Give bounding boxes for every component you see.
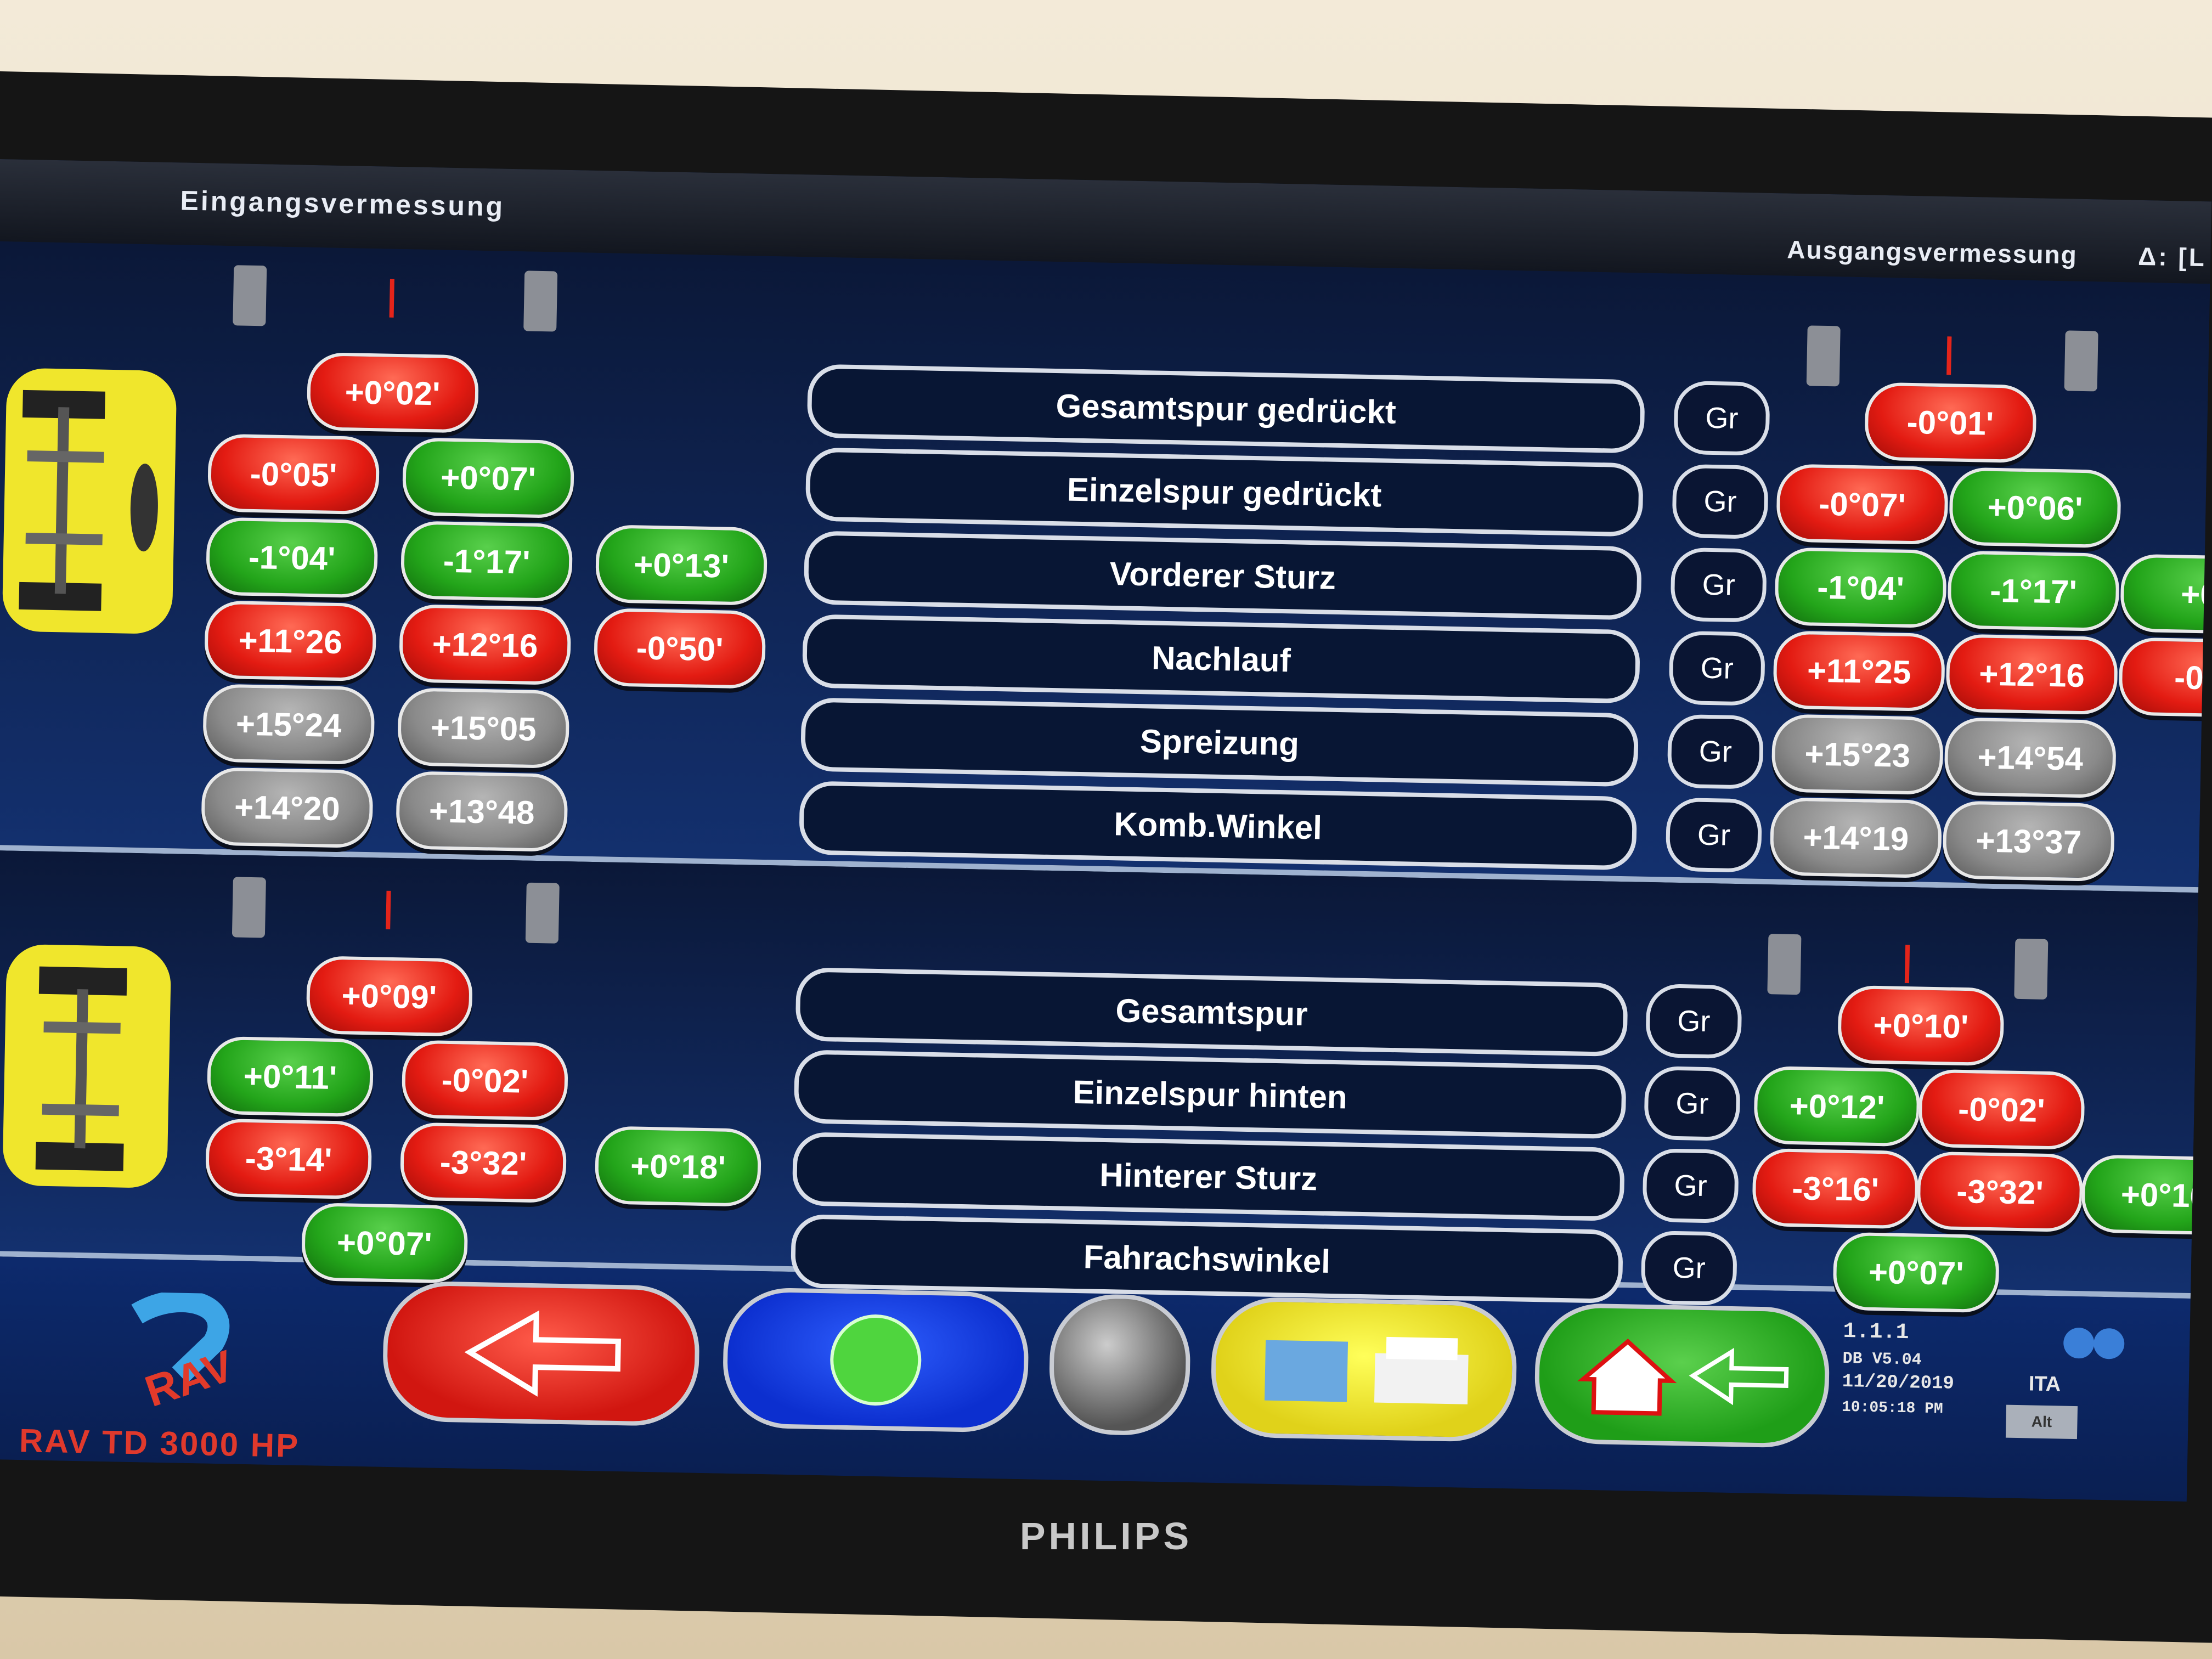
left-title: Eingangsvermessung (180, 185, 505, 222)
output-value-pill: +14°19 (1769, 797, 1943, 879)
input-value-pill: +14°20 (201, 767, 374, 849)
version-text: 1.1.1 (1843, 1319, 1910, 1346)
rear-left-wheel-icon (232, 877, 266, 938)
printer-icon (1264, 1336, 1469, 1404)
output-value-pill: -0°01' (1864, 382, 2037, 464)
rear-car-icon (2, 944, 172, 1189)
graph-button[interactable]: Gr (1640, 1230, 1738, 1306)
input-value-pill: +11°26 (204, 600, 377, 682)
output-value-pill: -1°17' (1947, 550, 2120, 632)
input-value-pill: -1°17' (400, 521, 573, 602)
rear-right-wheel-icon (525, 882, 560, 944)
rear-center-marker-icon (386, 890, 391, 929)
time-text: 10:05:18 PM (1841, 1398, 1944, 1418)
output-value-pill: +15°23 (1771, 714, 1944, 795)
input-value-pill: -0°05' (207, 433, 380, 515)
screen: Eingangsvermessung Ausgangsvermessung Δ:… (0, 159, 2212, 1502)
output-value-pill: +11°25 (1773, 630, 1946, 712)
output-value-pill: +14°54 (1944, 717, 2117, 799)
input-value-pill: +12°16 (398, 604, 572, 686)
left-wheel-icon (233, 265, 267, 326)
graph-button[interactable]: Gr (1673, 380, 1770, 456)
right-wheel-icon (523, 270, 558, 332)
output-value-pill: +0°12' (1753, 1065, 1921, 1147)
graph-button[interactable]: Gr (1667, 714, 1764, 789)
center-marker-icon (389, 279, 394, 318)
bluetooth-icon (2063, 1328, 2125, 1359)
input-value-pill: +15°05 (397, 687, 570, 769)
input-value-pill: +0°02' (306, 352, 479, 433)
input-value-pill: +0°11' (206, 1036, 374, 1118)
output-value-pill: -0°5 (2118, 637, 2212, 719)
refresh-icon (830, 1314, 922, 1406)
output-value-pill: +12°16 (1945, 634, 2118, 715)
output-value-pill: +0° (2120, 554, 2212, 635)
input-value-pill: -1°04' (205, 517, 379, 599)
rear-right-wheel-icon-out (2014, 938, 2049, 1000)
output-value-pill: -1°04' (1774, 547, 1947, 629)
input-value-pill: -0°50' (593, 607, 766, 689)
input-value-pill: +13°48 (396, 771, 568, 853)
right-title: Ausgangsvermessung (1786, 235, 2078, 269)
monitor-brand: PHILIPS (1019, 1515, 1193, 1558)
input-value-pill: +0°18' (594, 1126, 762, 1207)
print-button[interactable] (1210, 1296, 1518, 1443)
graph-button[interactable]: Gr (1642, 1148, 1739, 1224)
right-extra: Δ: [L (2137, 241, 2207, 272)
output-value-pill: +0°10' (1837, 985, 2005, 1066)
input-value-pill: +15°24 (202, 684, 375, 765)
center-marker-icon-out (1946, 336, 1952, 375)
input-value-pill: -3°32' (399, 1122, 567, 1204)
brand-label: RAV TD 3000 HP (19, 1422, 300, 1464)
gray-button[interactable] (1048, 1293, 1192, 1437)
arrow-left-icon (464, 1310, 621, 1397)
svg-text:RAV: RAV (139, 1341, 240, 1416)
graph-button[interactable]: Gr (1644, 1065, 1741, 1142)
db-version-text: DB V5.04 (1842, 1349, 1922, 1370)
front-car-icon (2, 368, 177, 635)
input-value-pill: +0°13' (595, 524, 768, 606)
right-wheel-icon-out (2064, 330, 2098, 392)
output-value-pill: +0°06' (1949, 467, 2121, 549)
rear-center-marker-icon-out (1904, 944, 1910, 984)
left-wheel-icon-out (1806, 325, 1841, 387)
home-button[interactable] (1533, 1302, 1831, 1449)
rav-logo: RAV (131, 1291, 240, 1416)
refresh-button[interactable] (721, 1286, 1030, 1434)
home-icon (1577, 1339, 1789, 1416)
input-value-pill: -3°14' (205, 1118, 373, 1200)
date-text: 11/20/2019 (1842, 1371, 1955, 1395)
output-value-pill: -3°16' (1752, 1148, 1919, 1229)
input-value-pill: +0°07' (301, 1202, 469, 1284)
graph-button[interactable]: Gr (1672, 464, 1769, 539)
output-value-pill: -0°02' (1918, 1069, 2085, 1150)
alt-key[interactable]: Alt (2005, 1404, 2078, 1440)
graph-button[interactable]: Gr (1645, 983, 1742, 1059)
input-value-pill: +0°07' (402, 437, 575, 519)
graph-button[interactable]: Gr (1670, 547, 1767, 623)
back-button[interactable] (381, 1280, 701, 1427)
output-value-pill: -3°32' (1916, 1151, 2084, 1233)
rear-left-wheel-icon-out (1767, 934, 1802, 995)
language-text: ITA (2028, 1372, 2061, 1396)
input-value-pill: -0°02' (401, 1040, 569, 1121)
graph-button[interactable]: Gr (1665, 797, 1763, 873)
graph-button[interactable]: Gr (1668, 630, 1766, 706)
output-value-pill: +0°07' (1832, 1232, 2000, 1313)
output-value-pill: +13°37 (1942, 800, 2115, 882)
input-value-pill: +0°09' (306, 956, 473, 1037)
output-value-pill: -0°07' (1776, 464, 1949, 545)
